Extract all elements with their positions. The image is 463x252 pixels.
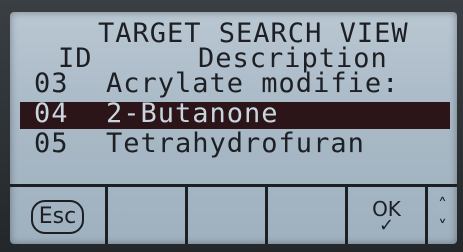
softkey-3[interactable] — [188, 187, 268, 244]
item-description: 2-Butanone — [106, 98, 279, 129]
lcd-screen: TARGET SEARCH VIEW ID Description 03 Acry… — [10, 12, 457, 244]
chevron-down-icon: ˅ — [438, 217, 447, 238]
esc-softkey[interactable]: Esc — [10, 187, 108, 244]
softkey-bar: Esc OK ✓ ˄ ˅ — [10, 184, 457, 244]
ok-label-group: OK ✓ — [372, 199, 401, 236]
item-id: 03 — [34, 68, 69, 99]
item-id: 04 — [34, 98, 69, 129]
item-description: Tetrahydrofuran — [106, 128, 365, 159]
scroll-softkey[interactable]: ˄ ˅ — [428, 187, 457, 244]
check-mark-icon: ✓ — [378, 215, 395, 236]
device-bezel: TARGET SEARCH VIEW ID Description 03 Acry… — [0, 0, 463, 252]
list-item[interactable]: 05 Tetrahydrofuran — [20, 130, 365, 158]
list-item-selected[interactable]: 04 2-Butanone — [20, 100, 279, 128]
softkey-2[interactable] — [108, 187, 188, 244]
ok-softkey[interactable]: OK ✓ — [348, 187, 428, 244]
softkey-4[interactable] — [268, 187, 348, 244]
list-item[interactable]: 03 Acrylate modifie: — [20, 70, 399, 98]
item-description: Acrylate modifie: — [106, 68, 400, 99]
scroll-arrows: ˄ ˅ — [438, 195, 447, 239]
item-id: 05 — [34, 128, 69, 159]
esc-button-label: Esc — [30, 200, 85, 234]
chevron-up-icon: ˄ — [438, 195, 447, 216]
